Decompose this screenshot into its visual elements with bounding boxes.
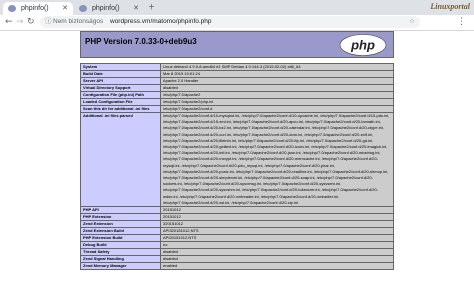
row-key: Build Date xyxy=(80,70,161,78)
row-value: 320151012 xyxy=(160,220,394,229)
reload-icon[interactable]: ↻ xyxy=(27,16,35,29)
table-row: PHP Extension 20151012 xyxy=(80,213,394,222)
security-label: Nem biztonságos xyxy=(53,18,104,25)
row-key: PHP Extension Build xyxy=(80,234,161,243)
php-version-title: PHP Version 7.0.33-0+deb9u3 xyxy=(85,37,197,46)
row-value: no xyxy=(160,241,394,250)
row-key: Zend Extension Build xyxy=(80,227,161,236)
forward-icon[interactable]: → xyxy=(16,16,24,29)
new-tab-icon[interactable]: ＋ xyxy=(148,1,155,13)
tab-label: phpinfo() xyxy=(92,5,120,12)
table-row: Zend Memory Manager enabled xyxy=(80,262,394,271)
row-key: Configuration File (php.ini) Path xyxy=(80,91,161,99)
phpinfo-header: PHP Version 7.0.33-0+deb9u3 php xyxy=(80,31,394,58)
table-row: PHP API 20151012 xyxy=(80,206,394,215)
row-value: Apache 2.0 Handler xyxy=(160,77,394,85)
row-value: Mar 8 2019 10:01:24 xyxy=(160,70,394,78)
row-key: PHP API xyxy=(80,206,161,215)
row-value: /etc/php/7.0/apache2 xyxy=(160,91,394,99)
row-key: Virtual Directory Support xyxy=(80,84,161,92)
table-row: Zend Signal Handling disabled xyxy=(80,255,394,264)
close-tab-icon[interactable]: ✕ xyxy=(62,2,68,15)
tab-label: phpinfo() xyxy=(21,5,49,12)
php-favicon-icon xyxy=(8,5,16,12)
phpinfo-table: System Linux debian4 4.9.0-8-amd64 #1 SMP… xyxy=(80,63,394,271)
row-value: Linux debian4 4.9.0-8-amd64 #1 SMP Debia… xyxy=(160,63,394,71)
row-value: 20151012 xyxy=(160,213,394,222)
bookmark-star-icon[interactable]: ☆ xyxy=(409,16,415,28)
info-icon[interactable]: ⓘ xyxy=(45,16,52,28)
address-bar[interactable]: ⓘ Nem biztonságos wordpress.vm/matomo/ph… xyxy=(40,16,420,28)
tab-phpinfo-1[interactable]: phpinfo() ✕ xyxy=(3,2,73,15)
row-key: PHP Extension xyxy=(80,213,161,222)
row-value: /etc/php/7.0/apache2/conf.d xyxy=(160,105,394,113)
url-text[interactable]: wordpress.vm/matomo/phpinfo.php xyxy=(110,16,212,28)
tab-phpinfo-2[interactable]: phpinfo() ✕ xyxy=(74,2,144,15)
php-favicon-icon xyxy=(79,5,87,12)
row-key: Additional .ini files parsed xyxy=(80,111,161,208)
row-value: /etc/php/7.0/apache2/php.ini xyxy=(160,98,394,106)
table-row: PHP Extension Build API20151012,NTS xyxy=(80,234,394,243)
menu-icon[interactable]: ⋮ xyxy=(457,16,466,29)
table-row: Server API Apache 2.0 Handler xyxy=(80,77,394,85)
table-row: Loaded Configuration File/etc/php/7.0/ap… xyxy=(80,98,394,106)
row-key: Zend Extension xyxy=(80,220,161,229)
row-key: Zend Memory Manager xyxy=(80,262,161,271)
browser-toolbar: ← → ↻ ⓘ Nem biztonságos wordpress.vm/mat… xyxy=(0,15,474,31)
row-value: enabled xyxy=(160,262,394,271)
table-row: Scan this dir for additional .ini files /… xyxy=(80,105,394,113)
row-key: Scan this dir for additional .ini files xyxy=(80,105,161,113)
table-row: Virtual Directory Support disabled xyxy=(80,84,394,92)
table-row: Zend Extension 320151012 xyxy=(80,220,394,229)
table-row: Zend Extension Build API320151012,NTS xyxy=(80,227,394,236)
page-content: PHP Version 7.0.33-0+deb9u3 php System Li… xyxy=(0,31,474,287)
php-logo: php xyxy=(339,34,387,56)
row-value: 20151012 xyxy=(160,206,394,215)
row-value: disabled xyxy=(160,255,394,264)
phpinfo-container: PHP Version 7.0.33-0+deb9u3 php System Li… xyxy=(80,31,394,271)
table-row: Additional .ini files parsed/etc/php/7.0… xyxy=(80,111,394,208)
tab-strip: phpinfo() ✕ phpinfo() ✕ ＋ Linuxportal xyxy=(0,0,474,15)
row-key: Server API xyxy=(80,77,161,85)
row-value: API320151012,NTS xyxy=(160,227,394,236)
close-tab-icon[interactable]: ✕ xyxy=(133,2,139,15)
back-icon[interactable]: ← xyxy=(5,16,13,29)
row-value: disabled xyxy=(160,248,394,257)
row-value: disabled xyxy=(160,84,394,92)
table-row: Debug Build no xyxy=(80,241,394,250)
row-key: Loaded Configuration File xyxy=(80,98,161,106)
row-key: Zend Signal Handling xyxy=(80,255,161,264)
table-row: System Linux debian4 4.9.0-8-amd64 #1 SMP… xyxy=(80,63,394,71)
table-row: Configuration File (php.ini) Path/etc/ph… xyxy=(80,91,394,99)
row-key: System xyxy=(80,63,161,71)
table-row: Thread Safety disabled xyxy=(80,248,394,257)
php-logo-text: php xyxy=(350,38,375,53)
row-value: /etc/php/7.0/apache2/conf.d/10-mysqlnd.i… xyxy=(160,111,394,208)
row-value: API20151012,NTS xyxy=(160,234,394,243)
row-key: Debug Build xyxy=(80,241,161,250)
table-row: Build Date Mar 8 2019 10:01:24 xyxy=(80,70,394,78)
watermark-logo: Linuxportal xyxy=(430,2,470,11)
row-key: Thread Safety xyxy=(80,248,161,257)
